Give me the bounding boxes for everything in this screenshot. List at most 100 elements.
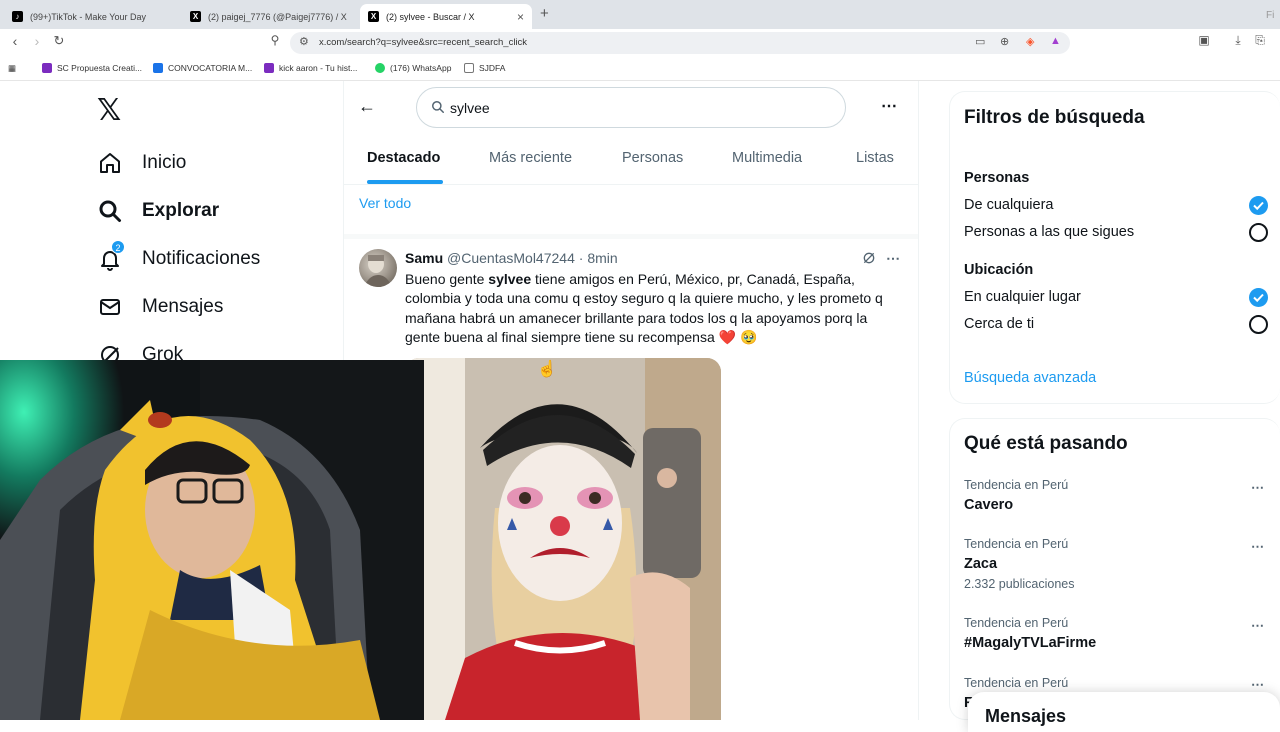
tab-edge-text: Fi — [1266, 10, 1275, 21]
radio-anyone-checked[interactable] — [1249, 196, 1268, 215]
messages-drawer[interactable]: Mensajes — [968, 692, 1280, 732]
trend-category: Tendencia en Perú — [964, 616, 1069, 630]
search-highlight: sylvee — [488, 271, 532, 287]
filter-option-anyone[interactable]: De cualquiera — [964, 197, 1053, 213]
bell-icon: 2 — [97, 240, 125, 272]
site-settings-icon[interactable]: ⚙ — [299, 35, 309, 48]
tweet-text-part: Bueno gente — [405, 271, 489, 287]
messages-drawer-label[interactable]: Mensajes — [985, 706, 1066, 727]
column-divider — [918, 81, 919, 720]
tweet-more-icon[interactable]: ⋯ — [886, 250, 901, 267]
new-tab-button[interactable]: + — [540, 5, 549, 22]
filter-option-near-you[interactable]: Cerca de ti — [964, 316, 1034, 332]
nav-label: Inicio — [142, 152, 187, 173]
url-text[interactable]: x.com/search?q=sylvee&src=recent_search_… — [319, 37, 527, 48]
trend-more-icon[interactable]: ⋯ — [1251, 618, 1265, 634]
bookmark-label: SJDFA — [479, 63, 506, 73]
trend-name[interactable]: #MagalyTVLaFirme — [964, 635, 1096, 651]
bookmark-item[interactable]: (176) WhatsApp — [375, 63, 451, 73]
tweet-media-image[interactable] — [405, 358, 721, 720]
bookmark-item[interactable]: kick aaron - Tu hist... — [264, 63, 357, 73]
browser-tab-sylvee[interactable]: X (2) sylvee - Buscar / X × — [360, 4, 532, 29]
trend-name[interactable]: Cavero — [964, 497, 1013, 513]
nav-item-explorar[interactable]: Explorar — [97, 196, 219, 226]
trend-category: Tendencia en Perú — [964, 478, 1069, 492]
face-emoji: 🥹 — [739, 329, 758, 346]
trend-more-icon[interactable]: ⋯ — [1251, 480, 1265, 496]
webcam-overlay — [0, 360, 424, 720]
search-input[interactable]: sylvee — [416, 87, 846, 128]
trend-more-icon[interactable]: ⋯ — [1251, 539, 1265, 555]
nav-item-mensajes[interactable]: Mensajes — [97, 292, 223, 322]
tweet-timestamp[interactable]: 8min — [587, 250, 617, 266]
tab-mas-reciente[interactable]: Más reciente — [489, 150, 572, 166]
avatar[interactable] — [359, 249, 397, 287]
browser-tab-tiktok[interactable]: ♪ (99+)TikTok - Make Your Day — [4, 4, 182, 29]
tweet-author-handle[interactable]: @CuentasMol47244 — [447, 250, 575, 266]
bookmark-favicon — [375, 63, 385, 73]
bookmark-label: kick aaron - Tu hist... — [279, 63, 358, 73]
grok-explain-icon[interactable] — [861, 250, 877, 271]
apps-icon[interactable]: ▦ — [8, 63, 16, 74]
bookmark-favicon — [464, 63, 474, 73]
bookmark-label: (176) WhatsApp — [390, 63, 452, 73]
bookmarks-bar: ▦ SC Propuesta Creati... CONVOCATORIA M.… — [0, 57, 1280, 81]
nav-label: Notificaciones — [142, 248, 261, 269]
tabs-divider — [344, 184, 918, 185]
filter-option-following[interactable]: Personas a las que sigues — [964, 224, 1134, 240]
filter-option-anywhere[interactable]: En cualquier lugar — [964, 289, 1081, 305]
browser-tab-paigej[interactable]: X (2) paigej_7776 (@Paigej7776) / X — [182, 4, 360, 29]
extensions-icon[interactable]: ⎘ — [1250, 33, 1270, 48]
advanced-search-link[interactable]: Búsqueda avanzada — [964, 370, 1096, 386]
nav-item-inicio[interactable]: Inicio — [97, 148, 186, 178]
radio-anywhere-checked[interactable] — [1249, 288, 1268, 307]
rewards-icon[interactable]: ▲ — [1050, 35, 1061, 47]
filters-title: Filtros de búsqueda — [964, 107, 1145, 128]
reload-icon[interactable]: ↻ — [49, 33, 69, 49]
bookmark-favicon — [42, 63, 52, 73]
tweet-text: Bueno gente sylvee tiene amigos en Perú,… — [405, 270, 905, 348]
close-tab-icon[interactable]: × — [517, 10, 524, 24]
tab-multimedia[interactable]: Multimedia — [732, 150, 802, 166]
see-all-link[interactable]: Ver todo — [359, 195, 411, 211]
search-query[interactable]: sylvee — [450, 100, 490, 116]
filter-people-heading: Personas — [964, 170, 1030, 186]
trend-name[interactable]: Zaca — [964, 556, 997, 572]
bookmark-item[interactable]: CONVOCATORIA M... — [153, 63, 252, 73]
download-icon[interactable]: ⤓ — [1228, 33, 1248, 48]
search-filters-card — [949, 91, 1280, 404]
x-icon: X — [368, 11, 379, 22]
nav-label: Mensajes — [142, 296, 224, 317]
bookmark-favicon — [153, 63, 163, 73]
sidebar-toggle-icon[interactable]: ▣ — [1194, 33, 1214, 47]
brave-shield-icon[interactable]: ◈ — [1026, 35, 1034, 48]
filter-location-heading: Ubicación — [964, 262, 1034, 278]
trend-category: Tendencia en Perú — [964, 676, 1069, 690]
back-icon[interactable]: ‹ — [5, 33, 25, 49]
bookmark-item[interactable]: SJDFA — [464, 63, 505, 73]
tab-personas[interactable]: Personas — [622, 150, 683, 166]
nav-item-notificaciones[interactable]: 2 Notificaciones — [97, 240, 261, 274]
bookmark-favicon — [264, 63, 274, 73]
trend-more-icon[interactable]: ⋯ — [1251, 677, 1265, 693]
back-arrow-icon[interactable]: ← — [358, 96, 376, 117]
x-logo[interactable]: 𝕏 — [97, 93, 121, 128]
search-icon — [431, 100, 445, 119]
tab-label: (2) sylvee - Buscar / X — [386, 11, 475, 22]
tab-listas[interactable]: Listas — [856, 150, 894, 166]
home-icon — [97, 150, 123, 176]
browser-tab-bar: ♪ (99+)TikTok - Make Your Day X (2) paig… — [0, 0, 1280, 29]
tab-destacado[interactable]: Destacado — [367, 150, 440, 166]
cast-icon[interactable]: ▭ — [975, 35, 985, 48]
bookmark-label: CONVOCATORIA M... — [168, 63, 253, 73]
radio-near-you[interactable] — [1249, 315, 1268, 334]
more-options-icon[interactable]: ⋯ — [881, 96, 898, 116]
address-bar[interactable]: ⚙ x.com/search?q=sylvee&src=recent_searc… — [290, 32, 1070, 54]
trends-card — [949, 418, 1280, 720]
zoom-icon[interactable]: ⊕ — [1000, 35, 1009, 48]
forward-icon[interactable]: › — [27, 33, 47, 49]
bookmark-icon[interactable]: ⚲ — [265, 33, 285, 47]
radio-following[interactable] — [1249, 223, 1268, 242]
tweet-author-name[interactable]: Samu — [405, 250, 443, 266]
bookmark-item[interactable]: SC Propuesta Creati... — [42, 63, 142, 73]
